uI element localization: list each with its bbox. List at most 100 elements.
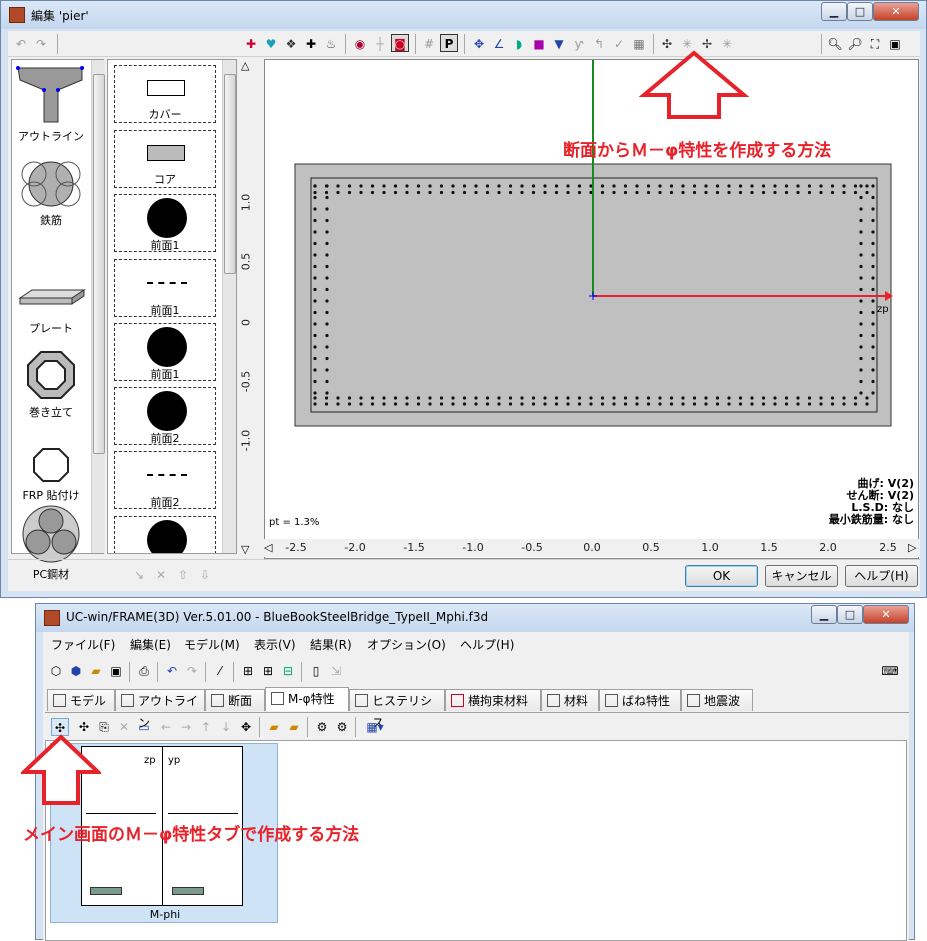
color-fill-icon[interactable]: ◙ xyxy=(391,34,409,52)
tab-material[interactable]: 材料 xyxy=(541,689,599,711)
grid-icon[interactable]: # xyxy=(420,35,438,53)
move-down-icon[interactable]: ↓ xyxy=(217,718,235,736)
zoom-in-icon[interactable]: 🔍︎ xyxy=(826,35,844,53)
tab-model[interactable]: モデル xyxy=(47,689,115,711)
menu-result[interactable]: 結果(R) xyxy=(310,635,352,655)
flag-icon[interactable]: ◗ xyxy=(510,35,528,53)
minimize-button[interactable]: ▁ xyxy=(811,605,837,624)
tab-hysteresis[interactable]: ヒステリシス xyxy=(349,689,445,730)
zoom-out-icon[interactable]: 🔎︎ xyxy=(846,35,864,53)
maximize-button[interactable]: □ xyxy=(847,2,873,21)
scroll-thumb[interactable] xyxy=(224,74,236,274)
minimize-button[interactable]: ▁ xyxy=(821,2,847,21)
palette-right-scrollbar[interactable] xyxy=(222,60,236,553)
palette-left-scrollbar[interactable] xyxy=(91,60,105,553)
new-file-icon[interactable]: ⬢ xyxy=(67,662,85,680)
redo-icon[interactable]: ↷ xyxy=(32,35,50,53)
yp-settings-icon[interactable]: ⚙ xyxy=(333,718,351,736)
rebar-settings-icon[interactable]: ❖ xyxy=(282,35,300,53)
snap-icon[interactable]: P xyxy=(440,34,458,52)
ruler-right-arrow[interactable]: ▷ xyxy=(908,541,916,554)
add-icon[interactable]: ＋ xyxy=(48,566,66,584)
menu-help[interactable]: ヘルプ(H) xyxy=(460,635,514,655)
move-all-icon[interactable]: ✥ xyxy=(237,718,255,736)
palette-item-core[interactable]: コア xyxy=(114,130,216,188)
import-icon[interactable]: ▰ xyxy=(265,718,283,736)
main-titlebar[interactable]: UC-win/FRAME(3D) Ver.5.01.00 - BlueBookS… xyxy=(36,604,914,632)
delete-icon[interactable]: ✕ xyxy=(152,566,170,584)
tab-seismic[interactable]: 地震波 xyxy=(681,689,753,711)
tab-outline[interactable]: アウトライン xyxy=(115,689,205,730)
ok-button[interactable]: OK xyxy=(685,565,758,587)
close-button[interactable]: ✕ xyxy=(873,2,919,21)
zoom-fit-icon[interactable]: ⛶ xyxy=(866,35,884,53)
palette-item-front2-line[interactable]: 前面2 xyxy=(114,451,216,509)
new-model-icon[interactable]: ⬡ xyxy=(47,662,65,680)
palette-item-rebar[interactable]: 鉄筋 xyxy=(12,156,90,228)
palette-item-plate[interactable]: プレート xyxy=(12,258,90,338)
palette-item-extra[interactable] xyxy=(114,516,216,553)
palette-item-front1-line[interactable]: 前面1 xyxy=(114,259,216,317)
delete-icon[interactable]: ✕ xyxy=(115,718,133,736)
centroid-icon[interactable]: ✥ xyxy=(470,35,488,53)
undo-icon[interactable]: ↶ xyxy=(163,662,181,680)
ruler-up-arrow[interactable]: △ xyxy=(241,59,249,72)
scroll-thumb[interactable] xyxy=(93,74,105,454)
export-icon[interactable]: ⇲ xyxy=(327,662,345,680)
rotate-icon[interactable]: ↰ xyxy=(590,35,608,53)
menu-file[interactable]: ファイル(F) xyxy=(51,635,115,655)
preview-icon[interactable]: ⎙ xyxy=(135,662,153,680)
section-fill-icon[interactable]: ■ xyxy=(530,35,548,53)
zoom-window-icon[interactable]: ▣ xyxy=(886,35,904,53)
heart-icon[interactable]: ♥ xyxy=(262,35,280,53)
ruler-down-arrow[interactable]: ▽ xyxy=(241,543,249,556)
help-button[interactable]: ヘルプ(H) xyxy=(845,565,918,587)
close-button[interactable]: ✕ xyxy=(863,605,909,624)
tab-confinement[interactable]: 横拘束材料 xyxy=(445,689,541,711)
add-point-icon[interactable]: ✚ xyxy=(242,35,260,53)
cancel-button[interactable]: キャンセル xyxy=(765,565,838,587)
stress-icon[interactable]: ▼ xyxy=(550,35,568,53)
tab-mphi[interactable]: M-φ特性 xyxy=(265,687,349,711)
table-view-icon[interactable]: ▦▾ xyxy=(361,718,389,736)
palette-item-outline[interactable]: アウトライン xyxy=(12,60,90,143)
device-icon[interactable]: ▯ xyxy=(307,662,325,680)
zp-settings-icon[interactable]: ⚙ xyxy=(313,718,331,736)
draw-line-icon[interactable]: ∠ xyxy=(490,35,508,53)
palette-item-cover[interactable]: カバー xyxy=(114,65,216,123)
palette-item-front2[interactable]: 前面2 xyxy=(114,387,216,445)
report-icon[interactable]: ⊟ xyxy=(279,662,297,680)
draw-tool-icon[interactable]: ↘ xyxy=(130,566,148,584)
undo-icon[interactable]: ↶ xyxy=(12,35,30,53)
open-folder-icon[interactable]: ▰ xyxy=(87,662,105,680)
view-icon[interactable]: ◉ xyxy=(351,35,369,53)
menu-edit[interactable]: 編集(E) xyxy=(130,635,171,655)
menu-model[interactable]: モデル(M) xyxy=(184,635,240,655)
property-icon[interactable]: ▭ xyxy=(135,718,153,736)
move-right-icon[interactable]: → xyxy=(177,718,195,736)
redo-icon[interactable]: ↷ xyxy=(183,662,201,680)
move-up-icon[interactable]: ↑ xyxy=(197,718,215,736)
ruler-left-arrow[interactable]: ◁ xyxy=(264,541,272,554)
calc2-icon[interactable]: ⊞ xyxy=(259,662,277,680)
move-up-icon[interactable]: ⇧ xyxy=(174,566,192,584)
axis-icon[interactable]: ┼ xyxy=(371,35,389,53)
keyboard-icon[interactable]: ⌨ xyxy=(881,662,899,680)
menu-view[interactable]: 表示(V) xyxy=(254,635,296,655)
split-icon[interactable]: ƴ xyxy=(570,35,588,53)
stack-icon[interactable]: ♨ xyxy=(322,35,340,53)
palette-item-jacket[interactable]: 巻き立て xyxy=(12,348,90,420)
graph-icon[interactable]: ⁄ xyxy=(211,662,229,680)
palette-item-frp[interactable]: FRP 貼付け xyxy=(12,445,90,502)
move-left-icon[interactable]: ← xyxy=(157,718,175,736)
calc-icon[interactable]: ⊞ xyxy=(239,662,257,680)
cross-icon[interactable]: ✚ xyxy=(302,35,320,53)
export-icon[interactable]: ▰ xyxy=(285,718,303,736)
dialog-titlebar[interactable]: 編集 'pier' ▁ □ ✕ xyxy=(1,1,926,29)
section-canvas[interactable]: zp pt = 1.3% 曲げ: V(2) せん断: V(2) L.S.D: な… xyxy=(264,59,919,559)
check-icon[interactable]: ✓ xyxy=(610,35,628,53)
maximize-button[interactable]: □ xyxy=(837,605,863,624)
tab-spring[interactable]: ばね特性 xyxy=(599,689,681,711)
palette-item-front1-b[interactable]: 前面1 xyxy=(114,323,216,381)
palette-item-front1[interactable]: 前面1 xyxy=(114,194,216,252)
